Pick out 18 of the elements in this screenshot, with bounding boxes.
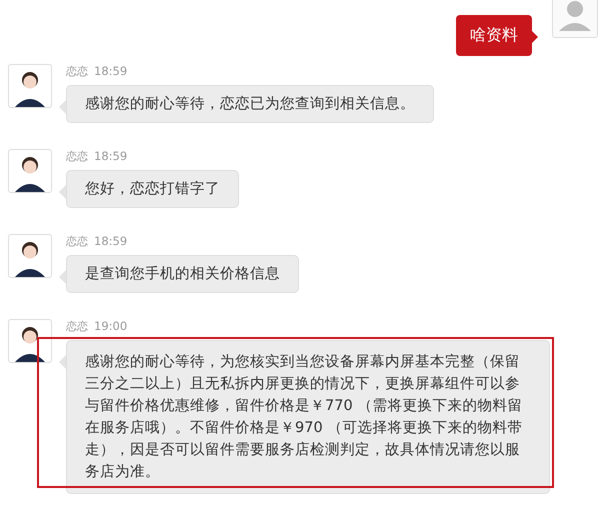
bubble-pointer: [532, 31, 538, 43]
agent-avatar-icon: [8, 319, 52, 363]
sent-message-bubble: 啥资料: [456, 15, 532, 56]
agent-avatar-icon: [8, 234, 52, 278]
message-time: 18:59: [94, 64, 128, 78]
received-message-bubble: 感谢您的耐心等待，为您核实到当您设备屏幕内屏基本完整（保留三分之二以上）且无私拆内屏更换的情况下，更换屏幕组件可以参与留件价格优惠维修，留件价格是￥770 （需将更换下来的物料留在服务店哦）。不留件价格是￥970 （可选择将更换下来的物料带走），因是否可以留件需要服务店检测判定，故具体情况请您以服务店为准。: [66, 340, 550, 494]
received-message-bubble: 是查询您手机的相关价格信息: [66, 255, 299, 293]
received-message-bubble: 感谢您的耐心等待，恋恋已为您查询到相关信息。: [66, 85, 434, 123]
sender-name: 恋恋: [66, 234, 88, 249]
message-time: 18:59: [94, 234, 128, 248]
agent-avatar-icon: [8, 64, 52, 108]
agent-avatar-icon: [8, 149, 52, 193]
received-message-bubble: 您好，恋恋打错字了: [66, 170, 239, 208]
sender-name: 恋恋: [66, 64, 88, 79]
message-time: 18:59: [94, 149, 128, 163]
sender-name: 恋恋: [66, 149, 88, 164]
message-time: 19:00: [94, 319, 128, 333]
sender-name: 恋恋: [66, 319, 88, 334]
